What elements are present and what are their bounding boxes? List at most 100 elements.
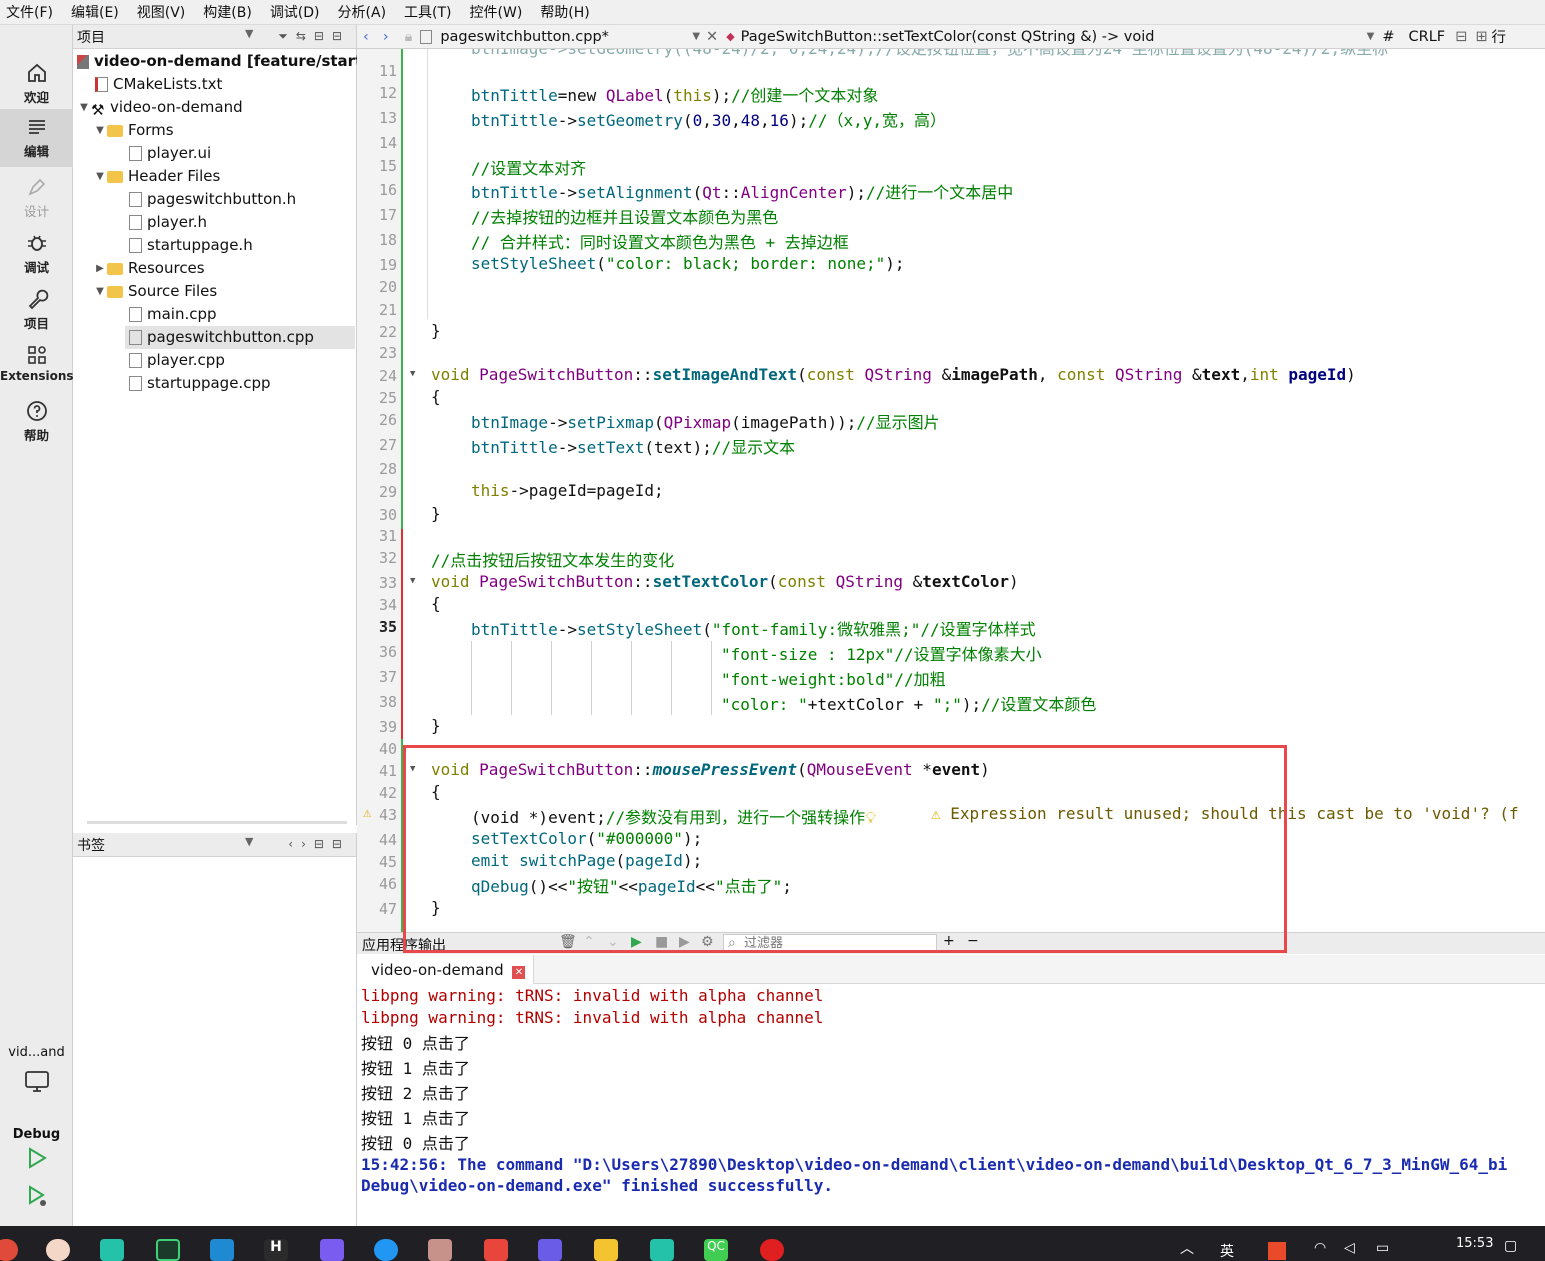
mode-extensions[interactable]: Extensions	[0, 337, 74, 393]
split-vertical-icon[interactable]: ⊞	[1475, 29, 1487, 45]
split-icon[interactable]: ⊟	[1455, 29, 1467, 45]
avatar-icon[interactable]	[46, 1239, 70, 1261]
battery-icon[interactable]: ▭	[1376, 1240, 1389, 1256]
tree-item-resources[interactable]: ▶ Resources	[93, 257, 204, 280]
nav-forward-icon[interactable]: ›	[383, 29, 389, 45]
dropdown-arrow-icon[interactable]: ▼	[245, 835, 253, 848]
folder-app-icon[interactable]	[594, 1239, 618, 1261]
chevron-down-icon[interactable]: ▼	[93, 280, 107, 303]
panel-tools[interactable]: ‹›⊟⊟	[288, 837, 350, 851]
mode-welcome[interactable]: 欢迎	[0, 55, 73, 111]
tree-item-forms[interactable]: ▼ Forms	[93, 119, 173, 142]
menu-debug[interactable]: 调试(D)	[270, 2, 320, 22]
run-icon[interactable]	[26, 1147, 48, 1169]
menu-help[interactable]: 帮助(H)	[540, 2, 589, 22]
file-selector[interactable]: pageswitchbutton.cpp*	[440, 29, 692, 45]
tree-item-project-root[interactable]: video-on-demand [feature/startu	[77, 50, 373, 73]
position-label[interactable]: 行	[1491, 26, 1506, 47]
sogou-icon[interactable]	[1268, 1242, 1286, 1260]
chevron-down-icon[interactable]: ▼	[93, 165, 107, 188]
chevron-down-icon[interactable]: ▼	[77, 96, 91, 119]
volume-icon[interactable]: ◁	[1344, 1240, 1355, 1256]
menu-widgets[interactable]: 控件(W)	[470, 2, 523, 22]
filter-input[interactable]	[744, 935, 934, 952]
tree-item-startuppage-cpp[interactable]: startuppage.cpp	[129, 372, 271, 395]
fold-arrow-icon[interactable]: ▼	[410, 369, 415, 379]
menu-view[interactable]: 视图(V)	[137, 2, 186, 22]
tree-item-player-h[interactable]: player.h	[129, 211, 207, 234]
tree-item-startuppage-h[interactable]: startuppage.h	[129, 234, 253, 257]
close-file-icon[interactable]: ✕	[706, 29, 718, 45]
chrome-icon[interactable]	[0, 1239, 18, 1261]
tree-item-subproject[interactable]: ▼ ⚒ video-on-demand	[77, 96, 242, 119]
tree-item-player-cpp[interactable]: player.cpp	[129, 349, 225, 372]
menu-analyze[interactable]: 分析(A)	[338, 2, 387, 22]
menu-tools[interactable]: 工具(T)	[404, 2, 451, 22]
menu-file[interactable]: 文件(F)	[6, 2, 53, 22]
nav-back-icon[interactable]: ‹	[363, 29, 369, 45]
app-icon[interactable]	[538, 1239, 562, 1261]
menu-build[interactable]: 构建(B)	[203, 2, 252, 22]
tree-item-main-cpp[interactable]: main.cpp	[129, 303, 217, 326]
filter-box[interactable]: ⌕	[723, 934, 937, 953]
kit-name[interactable]: vid...and	[0, 1045, 73, 1060]
notification-icon[interactable]: ▢	[1504, 1238, 1517, 1254]
app-icon[interactable]	[428, 1239, 452, 1261]
clock-time[interactable]: 15:53	[1456, 1236, 1493, 1251]
code-editor[interactable]: 11 12 13 14 15 16 17 18 19 20 21 22 23 24 25 26 27 28 29 30…	[357, 49, 1545, 932]
attach-icon[interactable]: ▶	[679, 934, 690, 950]
h-app-icon[interactable]: H	[264, 1239, 288, 1261]
app-icon[interactable]	[650, 1239, 674, 1261]
mode-projects[interactable]: 项目	[0, 281, 73, 337]
zoom-in-icon[interactable]: +	[943, 933, 955, 949]
output-console[interactable]: libpng warning: tRNS: invalid with alpha…	[357, 984, 1545, 1226]
rerun-icon[interactable]: ▶	[631, 934, 642, 950]
app-icon[interactable]	[100, 1239, 124, 1261]
line-ending-selector[interactable]: CRLF	[1409, 29, 1446, 45]
mode-edit[interactable]: 编辑	[0, 109, 73, 167]
terminal-icon[interactable]	[156, 1239, 180, 1261]
debug-run-icon[interactable]	[26, 1185, 50, 1209]
output-tab[interactable]: video-on-demand ✕	[357, 955, 535, 984]
stop-icon[interactable]: ■	[655, 934, 668, 950]
lightbulb-icon[interactable]: 💡︎	[865, 808, 876, 827]
tree-item-cmakelists[interactable]: CMakeLists.txt	[95, 73, 222, 96]
menu-edit[interactable]: 编辑(E)	[71, 2, 119, 22]
app-icon[interactable]	[374, 1239, 398, 1261]
mode-debug[interactable]: 调试	[0, 225, 73, 281]
mode-design[interactable]: 设计	[0, 169, 73, 225]
fold-arrow-icon[interactable]: ▼	[410, 576, 415, 586]
horizontal-scrollbar[interactable]	[87, 821, 347, 824]
chevron-right-icon[interactable]: ▶	[93, 257, 107, 280]
settings-gear-icon[interactable]: ⚙	[701, 934, 714, 950]
dropdown-arrow-icon[interactable]: ▼	[245, 27, 253, 40]
tree-item-player-ui[interactable]: player.ui	[129, 142, 211, 165]
wifi-icon[interactable]: ◠	[1314, 1240, 1326, 1256]
mode-help[interactable]: 帮助	[0, 393, 73, 449]
symbol-selector[interactable]: PageSwitchButton::setTextColor(const QSt…	[741, 29, 1367, 45]
close-tab-icon[interactable]: ✕	[512, 966, 526, 979]
tree-item-header-files[interactable]: ▼ Header Files	[93, 165, 220, 188]
dropdown-arrow-icon[interactable]: ▼	[692, 31, 700, 42]
music-icon[interactable]	[760, 1239, 784, 1261]
down-icon[interactable]: ⌄	[607, 934, 619, 950]
encoding-hash[interactable]: #	[1382, 29, 1394, 45]
up-icon[interactable]: ⌃	[583, 934, 595, 950]
panel-tools[interactable]: ⏷⇆⊟⊟	[278, 29, 350, 44]
tree-item-source-files[interactable]: ▼ Source Files	[93, 280, 217, 303]
wps-icon[interactable]	[484, 1239, 508, 1261]
tree-item-pageswitchbutton-cpp[interactable]: pageswitchbutton.cpp	[125, 326, 355, 349]
app-icon[interactable]	[320, 1239, 344, 1261]
gutter-warning-icon[interactable]: ⚠	[363, 805, 371, 821]
clear-icon[interactable]: 🗑︎	[559, 934, 577, 950]
chevron-down-icon[interactable]: ▼	[93, 119, 107, 142]
ime-indicator[interactable]: 英	[1220, 1241, 1234, 1261]
vscode-icon[interactable]	[210, 1239, 234, 1261]
zoom-out-icon[interactable]: −	[967, 933, 979, 949]
qt-creator-icon[interactable]: QC	[704, 1239, 728, 1261]
tree-item-pageswitchbutton-h[interactable]: pageswitchbutton.h	[129, 188, 296, 211]
fold-arrow-icon[interactable]: ▼	[410, 764, 415, 774]
dropdown-arrow-icon[interactable]: ▼	[1367, 31, 1375, 42]
monitor-icon[interactable]	[24, 1070, 50, 1094]
tray-arrow-icon[interactable]: ︿	[1180, 1238, 1194, 1258]
